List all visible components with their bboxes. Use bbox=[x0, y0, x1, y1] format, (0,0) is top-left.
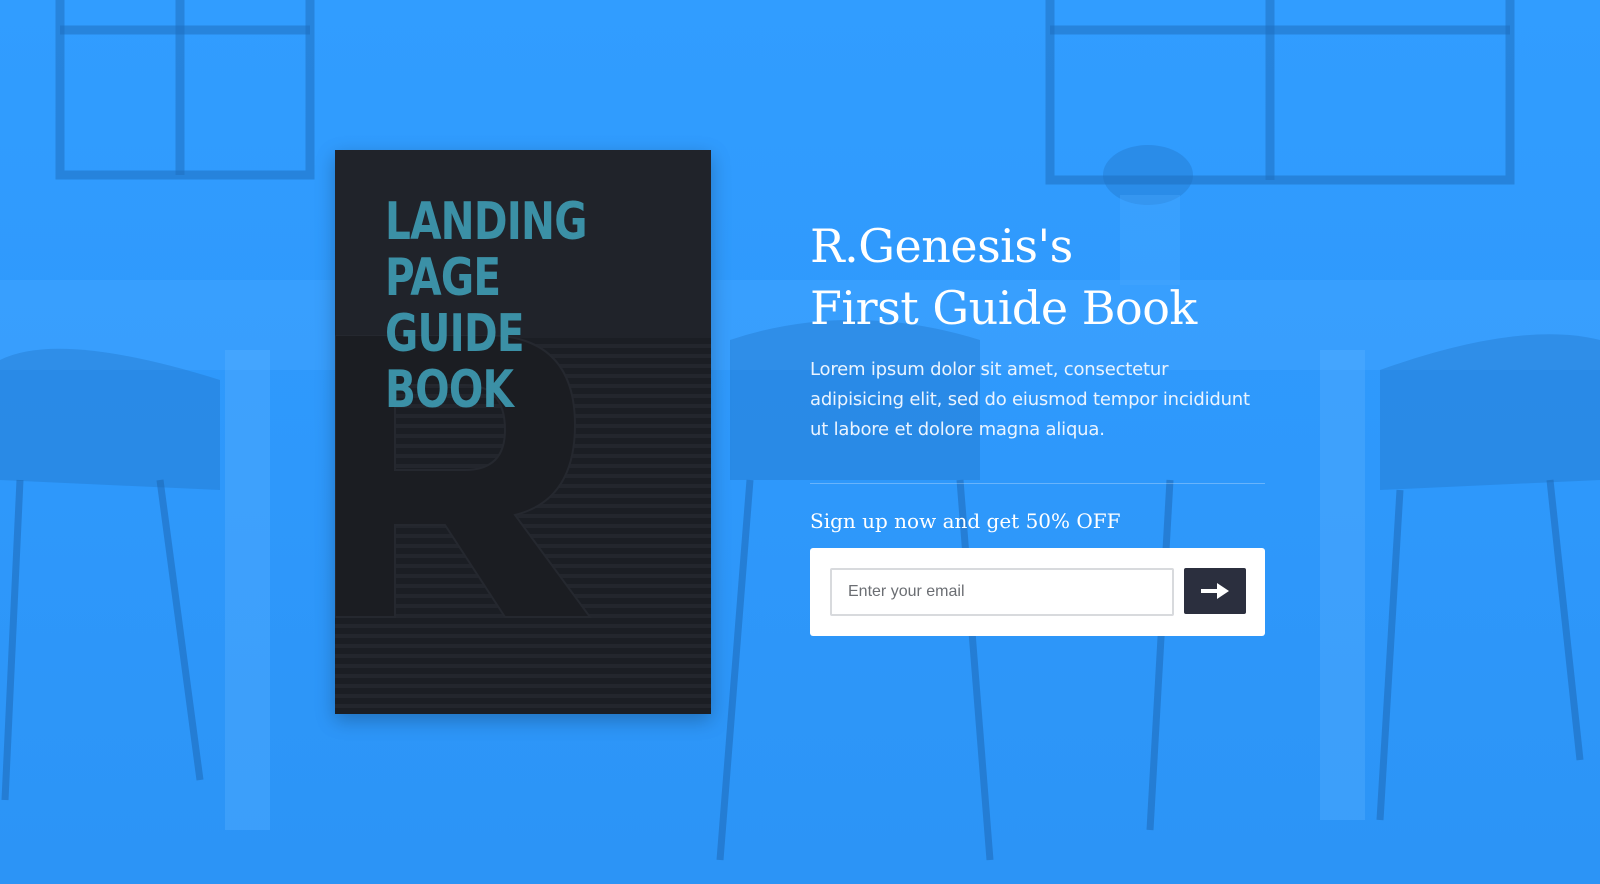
page-title: R.Genesis's First Guide Book bbox=[810, 215, 1265, 339]
hero-description: Lorem ipsum dolor sit amet, consectetur … bbox=[810, 359, 1250, 440]
arrow-right-icon bbox=[1201, 583, 1229, 599]
signup-heading: Sign up now and get 50% OFF bbox=[810, 509, 1121, 533]
background-photo-overlay bbox=[0, 0, 1600, 861]
divider bbox=[810, 483, 1265, 484]
hero-content: R.Genesis's First Guide Book Lorem ipsum… bbox=[810, 215, 1265, 636]
book-title: LANDING PAGE GUIDE BOOK bbox=[385, 194, 635, 418]
book-title-line-1: LANDING PAGE bbox=[385, 192, 588, 308]
email-input[interactable] bbox=[830, 568, 1174, 616]
signup-form bbox=[810, 548, 1265, 636]
page-title-line-1: R.Genesis's bbox=[810, 219, 1073, 273]
book-cover: LANDING PAGE GUIDE BOOK bbox=[335, 150, 711, 714]
book-title-line-2: GUIDE BOOK bbox=[385, 304, 525, 420]
hero-background bbox=[0, 0, 1600, 884]
submit-button[interactable] bbox=[1184, 568, 1246, 614]
page-title-line-2: First Guide Book bbox=[810, 281, 1197, 335]
